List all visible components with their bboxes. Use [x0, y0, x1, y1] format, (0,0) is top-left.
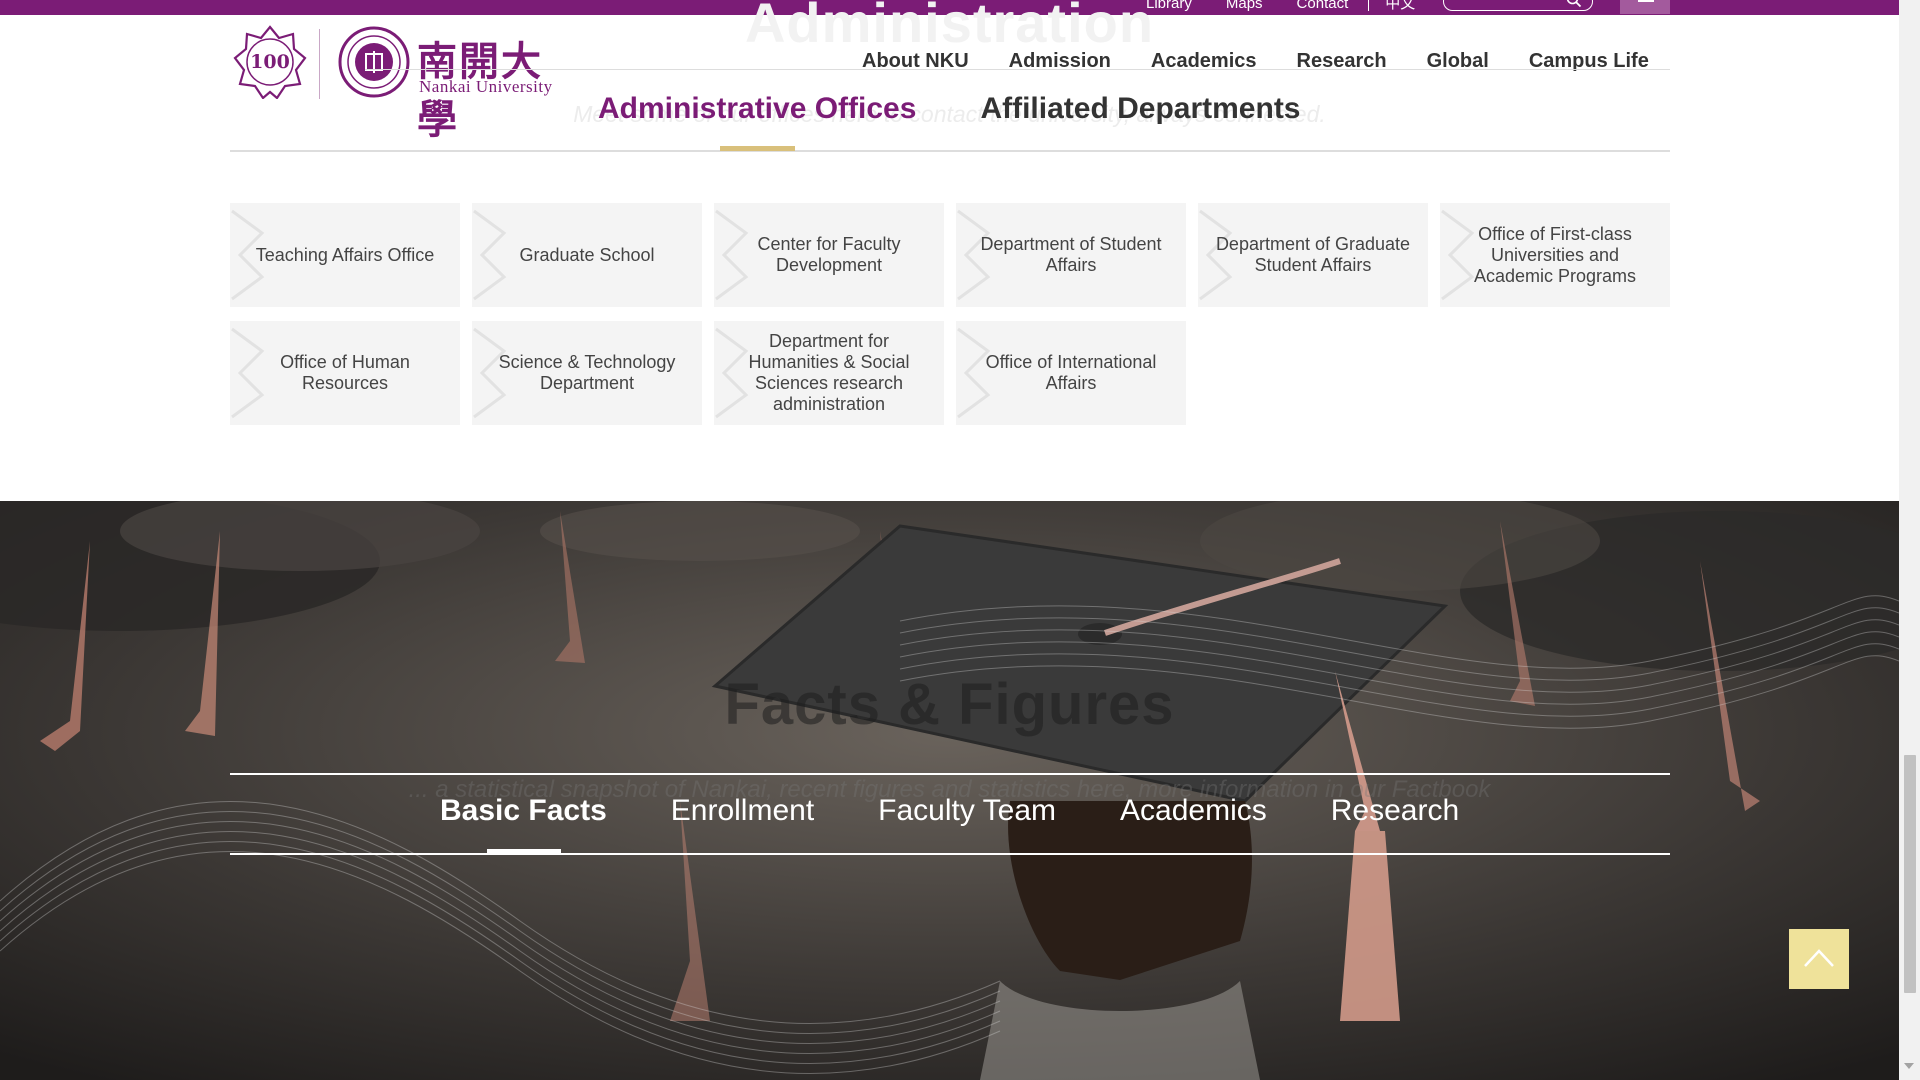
tab-basic-facts[interactable]: Basic Facts — [440, 793, 607, 829]
office-card[interactable]: Department of Student Affairs — [956, 203, 1186, 307]
facts-tabs-bottom-border — [230, 853, 1670, 855]
scroll-down-arrow-icon[interactable] — [1904, 1063, 1914, 1069]
office-card-label: Graduate School — [519, 244, 655, 265]
university-logo[interactable]: 100 南開大學 Nankai University — [233, 25, 568, 143]
office-card-label: Teaching Affairs Office — [255, 244, 435, 265]
office-card-label: Department of Student Affairs — [980, 234, 1162, 275]
chevron-up-icon — [1804, 949, 1834, 967]
office-card-label: Department for Humanities & Social Scien… — [748, 331, 910, 414]
facts-tabs-top-border — [230, 773, 1670, 775]
tabs-divider — [230, 150, 1670, 152]
active-tab-indicator — [720, 146, 795, 151]
office-card[interactable]: Graduate School — [472, 203, 702, 307]
logo-divider — [319, 29, 320, 99]
office-card[interactable]: Office of International Affairs — [956, 321, 1186, 425]
tab-academics[interactable]: Academics — [1120, 793, 1267, 829]
office-card-label: Office of Human Resources — [280, 352, 410, 393]
header-divider — [365, 69, 1670, 70]
office-card[interactable]: Science & Technology Department — [472, 321, 702, 425]
tab-administrative-offices[interactable]: Administrative Offices — [598, 90, 916, 128]
tab-research[interactable]: Research — [1331, 793, 1459, 829]
office-card[interactable]: Teaching Affairs Office — [230, 203, 460, 307]
badge-text: 100 — [250, 51, 290, 73]
tab-faculty-team[interactable]: Faculty Team — [878, 793, 1056, 829]
facts-figures-banner: Facts & Figures ... a statistical snapsh… — [0, 501, 1899, 1080]
office-card-label: Office of International Affairs — [985, 352, 1157, 393]
facts-background-title: Facts & Figures — [724, 672, 1175, 737]
tab-affiliated-departments[interactable]: Affiliated Departments — [980, 90, 1300, 128]
office-card-label: Department of Graduate Student Affairs — [1215, 234, 1411, 275]
back-to-top-button[interactable] — [1789, 929, 1849, 989]
office-card[interactable]: Office of First-class Universities and A… — [1440, 203, 1670, 307]
office-card[interactable]: Department for Humanities & Social Scien… — [714, 321, 944, 425]
office-card[interactable]: Department of Graduate Student Affairs — [1198, 203, 1428, 307]
scrollbar-thumb[interactable] — [1904, 755, 1916, 993]
facts-tabs: Basic Facts Enrollment Faculty Team Acad… — [440, 793, 1459, 829]
card-corner-ornament — [473, 209, 507, 301]
logo-english-name: Nankai University — [419, 77, 553, 96]
office-card-label: Center for Faculty Development — [757, 234, 901, 275]
office-card-label: Science & Technology Department — [498, 352, 676, 393]
office-card[interactable]: Center for Faculty Development — [714, 203, 944, 307]
office-tabs: Administrative Offices Affiliated Depart… — [598, 90, 1301, 128]
tab-enrollment[interactable]: Enrollment — [671, 793, 814, 829]
university-seal-icon — [338, 26, 410, 98]
office-card-label: Office of First-class Universities and A… — [1473, 223, 1637, 286]
page-scrollbar[interactable] — [1899, 0, 1920, 1080]
centennial-badge-icon: 100 — [233, 25, 307, 99]
office-card[interactable]: Office of Human Resources — [230, 321, 460, 425]
